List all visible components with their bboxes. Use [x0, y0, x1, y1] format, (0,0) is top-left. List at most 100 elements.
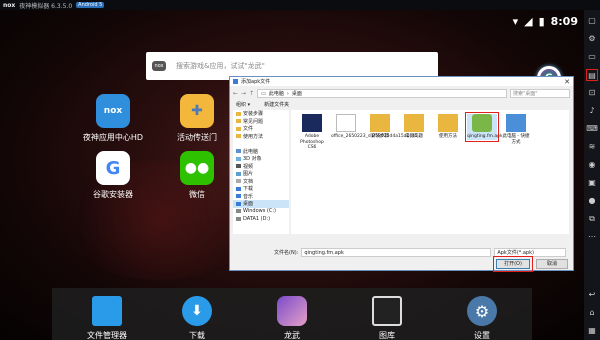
multi-instance-icon[interactable]: ⧉ — [586, 213, 598, 225]
forward-arrow-icon[interactable]: → — [241, 90, 246, 97]
tree-item[interactable]: 3D 对象 — [233, 155, 289, 163]
organize-button[interactable]: 组织 ▾ — [236, 101, 250, 108]
file-item[interactable]: 此电脑 - 快捷方式 — [501, 114, 531, 145]
gamepad-icon: ✚ — [180, 94, 214, 128]
nox-app-center-icon: nox — [96, 94, 130, 128]
filetype-select[interactable]: Apk文件(*.apk) — [494, 248, 567, 257]
tree-item[interactable]: 下载 — [233, 185, 289, 193]
document-icon — [336, 114, 356, 132]
dock-label: 龙武 — [284, 331, 300, 340]
dock-label: 图库 — [379, 331, 395, 340]
breadcrumb-pc[interactable]: 此电脑 — [269, 90, 284, 97]
dialog-titlebar: 添加apk文件 ✕ — [230, 77, 573, 86]
apk-icon — [472, 114, 492, 132]
search-placeholder: 搜索游戏&应用，试试"龙武" — [176, 62, 265, 70]
volume-icon[interactable]: ♪ — [586, 105, 598, 117]
pictures-icon — [236, 171, 241, 176]
game-character-icon — [277, 296, 307, 326]
app-label: 微信 — [189, 190, 205, 199]
dock-settings[interactable]: ⚙ 设置 — [447, 296, 517, 340]
gear-icon[interactable]: ⚙ — [586, 33, 598, 45]
screenshot-icon[interactable]: ⊡ — [586, 87, 598, 99]
status-bar: ▾ ◢ ▮ 8:09 — [513, 10, 584, 32]
dock-gallery[interactable]: 图库 — [352, 296, 422, 340]
tree-item[interactable]: DATA1 (D:) — [233, 215, 289, 223]
tree-item[interactable]: 文档 — [233, 178, 289, 186]
dialog-footer: 文件名(N): qingting.fm.apk Apk文件(*.apk) 打开(… — [230, 237, 573, 272]
folder-icon — [404, 114, 424, 132]
breadcrumb-desktop[interactable]: 桌面 — [292, 90, 302, 97]
download-icon: ⬇ — [182, 296, 212, 326]
folder-icon[interactable]: ▣ — [586, 177, 598, 189]
tree-item[interactable]: 常见问题 — [233, 118, 289, 126]
wechat-icon: ●● — [180, 151, 214, 185]
app-nox-center[interactable]: nox 夜神应用中心HD — [78, 94, 148, 143]
cancel-button[interactable]: 取消 — [536, 259, 568, 269]
dock-file-manager[interactable]: 文件管理器 — [72, 296, 142, 340]
tree-item-desktop[interactable]: 桌面 — [233, 200, 289, 208]
new-folder-button[interactable]: 新建文件夹 — [264, 101, 289, 108]
location-icon[interactable]: ◉ — [586, 159, 598, 171]
more-icon[interactable]: ⋯ — [586, 231, 598, 243]
battery-icon: ▮ — [538, 14, 545, 28]
app-google-installer[interactable]: G 谷歌安装器 — [78, 151, 148, 200]
nav-tree: 安装步骤 常见问题 文件 使用方法 此电脑 3D 对象 视频 图片 文档 下载 … — [233, 110, 289, 234]
video-icon — [236, 164, 241, 169]
folder-icon — [236, 134, 241, 139]
recent-apps-icon[interactable]: ▦ — [586, 325, 598, 337]
gear-icon: ⚙ — [467, 296, 497, 326]
nox-search-icon: nox — [152, 61, 166, 71]
file-item[interactable]: 安装步骤 — [365, 114, 395, 140]
drive-icon — [236, 209, 241, 214]
pc-icon — [236, 149, 241, 154]
documents-icon — [236, 179, 241, 184]
phone-icon[interactable]: ▢ — [586, 15, 598, 27]
open-button[interactable]: 打开(O) — [493, 256, 533, 272]
dock-longwu[interactable]: 龙武 — [257, 296, 327, 340]
apk-install-icon[interactable]: ▤ — [586, 69, 598, 81]
file-item[interactable]: 常见问题 — [399, 114, 429, 140]
tree-item[interactable]: 使用方法 — [233, 133, 289, 141]
tree-item[interactable]: 此电脑 — [233, 148, 289, 156]
download-icon — [236, 186, 241, 191]
record-icon[interactable]: ● — [586, 195, 598, 207]
keyboard-icon[interactable]: ⌨ — [586, 123, 598, 135]
back-icon[interactable]: ↩ — [586, 289, 598, 301]
app-activity-portal[interactable]: ✚ 活动传送门 — [162, 94, 232, 143]
folder-icon — [370, 114, 390, 132]
app-label: 夜神应用中心HD — [82, 133, 144, 142]
tree-item[interactable]: 音乐 — [233, 193, 289, 201]
address-bar[interactable]: ▭ 此电脑 › 桌面 — [257, 89, 507, 98]
folder-icon — [236, 111, 241, 116]
file-item-apk[interactable]: qingting.fm.apk — [465, 112, 503, 142]
tree-item[interactable]: 文件 — [233, 125, 289, 133]
tree-item[interactable]: 图片 — [233, 170, 289, 178]
filename-input[interactable]: qingting.fm.apk — [301, 248, 492, 257]
file-item[interactable]: office_2650223_d1f58025d4a15a1c45... — [331, 114, 422, 140]
dock-label: 设置 — [474, 331, 490, 340]
folder-icon — [236, 119, 241, 124]
tree-item[interactable]: Windows (C:) — [233, 208, 289, 216]
music-icon — [236, 194, 241, 199]
app-wechat[interactable]: ●● 微信 — [162, 151, 232, 200]
tree-item[interactable]: 视频 — [233, 163, 289, 171]
dialog-search-input[interactable]: 搜索"桌面" — [510, 89, 570, 98]
shake-icon[interactable]: ≋ — [586, 141, 598, 153]
home-icon[interactable]: ⌂ — [586, 307, 598, 319]
3d-objects-icon — [236, 156, 241, 161]
app-label: 谷歌安装器 — [93, 190, 133, 199]
dock-download[interactable]: ⬇ 下载 — [162, 296, 232, 340]
gallery-icon — [372, 296, 402, 326]
file-item[interactable]: Adobe Photoshop CS6 — [297, 114, 327, 151]
tree-item[interactable]: 安装步骤 — [233, 110, 289, 118]
close-icon[interactable]: ✕ — [561, 78, 573, 86]
back-arrow-icon[interactable]: ← — [233, 90, 238, 97]
window-titlebar: nox 夜神模拟器 6.3.5.0 Android 5 — [0, 0, 600, 10]
android-desktop: ▾ ◢ ▮ 8:09 nox 搜索游戏&应用，试试"龙武" G nox 夜神应用… — [0, 10, 584, 340]
up-arrow-icon[interactable]: ↑ — [249, 90, 254, 97]
screen-icon[interactable]: ▭ — [586, 51, 598, 63]
file-list: Adobe Photoshop CS6 office_2650223_d1f58… — [291, 110, 569, 234]
file-item[interactable]: 使用方法 — [433, 114, 463, 140]
pc-icon: ▭ — [261, 90, 266, 97]
wifi-icon: ▾ — [512, 14, 519, 28]
